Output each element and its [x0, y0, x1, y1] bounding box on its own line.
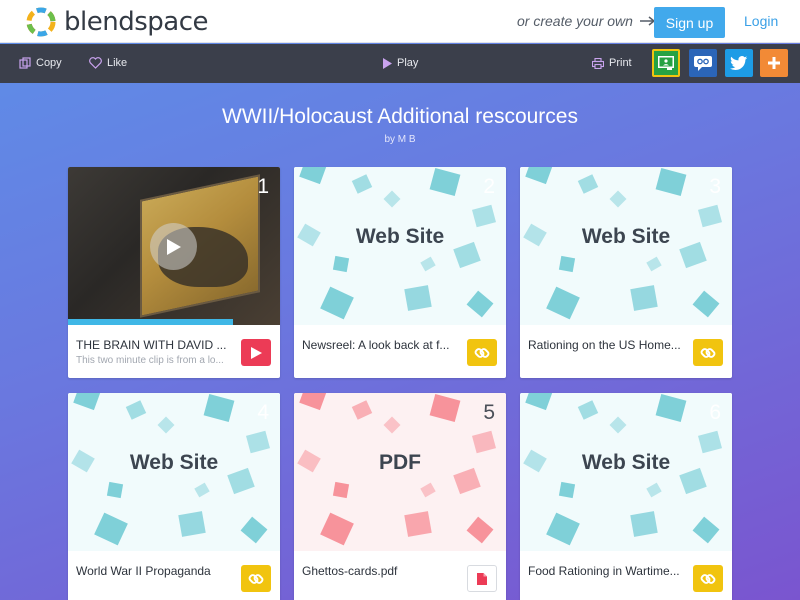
video-type-badge[interactable] [241, 339, 271, 366]
play-icon [166, 238, 181, 255]
tile-number: 6 [709, 401, 721, 424]
tile-title[interactable]: Food Rationing in Wartime... [528, 564, 688, 578]
signup-button[interactable]: Sign up [654, 7, 725, 38]
tile-description: This two minute clip is from a lo... [76, 355, 224, 366]
print-button[interactable]: Print [592, 56, 632, 70]
thumbnail-label: Web Site [581, 451, 671, 474]
google-classroom-icon [658, 56, 674, 70]
like-label: Like [107, 57, 128, 69]
link-type-badge[interactable] [693, 339, 723, 366]
tile-title[interactable]: World War II Propaganda [76, 564, 236, 578]
play-button[interactable]: Play [383, 56, 418, 70]
create-your-own-link[interactable]: or create your own [517, 13, 656, 29]
login-link[interactable]: Login [744, 13, 778, 29]
tile-title[interactable]: Ghettos-cards.pdf [302, 564, 462, 578]
top-header: blendspace or create your own Sign up Lo… [0, 0, 800, 43]
copy-label: Copy [36, 57, 62, 69]
pdf-type-badge[interactable] [467, 565, 497, 592]
twitter-icon [730, 55, 748, 70]
video-play-overlay[interactable] [150, 223, 197, 270]
tile-number: 1 [257, 175, 269, 198]
twitter-button[interactable] [725, 49, 753, 77]
logo-text: blendspace [64, 7, 208, 37]
print-label: Print [609, 57, 632, 69]
link-icon [474, 347, 490, 358]
play-icon [383, 57, 392, 69]
google-classroom-button[interactable] [652, 49, 680, 77]
website-thumbnail[interactable]: Web Site 4 [68, 393, 280, 551]
lesson-title: WWII/Holocaust Additional rescources [222, 105, 578, 128]
tile-number: 5 [483, 401, 495, 424]
tile-title[interactable]: THE BRAIN WITH DAVID ... [76, 338, 236, 352]
heart-icon [89, 57, 102, 69]
tile-number: 3 [709, 175, 721, 198]
link-icon [700, 573, 716, 584]
link-icon [248, 573, 264, 584]
tile-number: 4 [257, 401, 269, 424]
create-your-own-label: or create your own [517, 13, 633, 29]
thumbnail-label: Web Site [355, 225, 445, 248]
thumbnail-label: Web Site [129, 451, 219, 474]
copy-icon [19, 57, 31, 69]
website-thumbnail[interactable]: Web Site 2 [294, 167, 506, 325]
remind-icon [694, 56, 712, 71]
video-caption-strip [68, 319, 233, 325]
tile-card-6[interactable]: Web Site 6 Food Rationing in Wartime... [520, 393, 732, 600]
thumbnail-label: PDF [379, 451, 421, 474]
document-icon [477, 572, 487, 585]
link-type-badge[interactable] [241, 565, 271, 592]
lesson-author: by M B [384, 134, 416, 145]
blendspace-logo[interactable]: blendspace [24, 5, 208, 39]
link-type-badge[interactable] [693, 565, 723, 592]
add-button[interactable] [760, 49, 788, 77]
website-thumbnail[interactable]: Web Site 6 [520, 393, 732, 551]
copy-button[interactable]: Copy [19, 56, 62, 70]
play-icon [250, 346, 262, 359]
video-thumbnail[interactable]: 1 [68, 167, 280, 325]
tile-card-5[interactable]: PDF 5 Ghettos-cards.pdf [294, 393, 506, 600]
lesson-toolbar: Copy Like Play Print [0, 44, 800, 83]
remind-button[interactable] [689, 49, 717, 77]
tile-title[interactable]: Rationing on the US Home... [528, 338, 688, 352]
logo-ring-icon [26, 7, 56, 37]
tile-number: 2 [483, 175, 495, 198]
link-icon [700, 347, 716, 358]
like-button[interactable]: Like [89, 56, 127, 70]
tile-card-1[interactable]: 1 THE BRAIN WITH DAVID ... This two minu… [68, 167, 280, 378]
tile-card-4[interactable]: Web Site 4 World War II Propaganda [68, 393, 280, 600]
tile-card-3[interactable]: Web Site 3 Rationing on the US Home... [520, 167, 732, 378]
pdf-thumbnail[interactable]: PDF 5 [294, 393, 506, 551]
plus-icon [768, 57, 780, 69]
thumbnail-label: Web Site [581, 225, 671, 248]
website-thumbnail[interactable]: Web Site 3 [520, 167, 732, 325]
tile-card-2[interactable]: Web Site 2 Newsreel: A look back at f... [294, 167, 506, 378]
link-type-badge[interactable] [467, 339, 497, 366]
printer-icon [592, 57, 604, 69]
play-label: Play [397, 57, 419, 69]
tile-title[interactable]: Newsreel: A look back at f... [302, 338, 462, 352]
